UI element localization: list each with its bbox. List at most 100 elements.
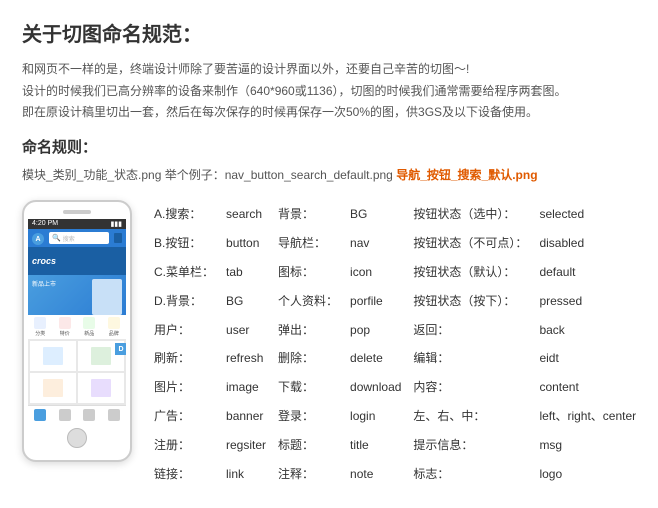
term-label: 编辑：	[407, 344, 533, 373]
cat-icon-3	[83, 317, 95, 329]
term-value: download	[344, 373, 407, 402]
term-label: 按钮状态（不可点）：	[407, 229, 533, 258]
nav-icon	[114, 233, 122, 243]
term-value: default	[533, 258, 642, 287]
bottom-icon-home	[34, 409, 46, 421]
term-value: delete	[344, 344, 407, 373]
term-value: disabled	[533, 229, 642, 258]
phone-nav-bar: A 🔍 搜索	[28, 229, 126, 247]
term-label: 标题：	[272, 431, 344, 460]
term-value: pressed	[533, 287, 642, 316]
term-label: B.按钮：	[148, 229, 220, 258]
search-icon: 🔍	[52, 234, 61, 242]
term-label: D.背景：	[148, 287, 220, 316]
table-row: B.按钮： button 导航栏： nav 按钮状态（不可点）： disable…	[148, 229, 642, 258]
term-label: 按钮状态（默认）：	[407, 258, 533, 287]
phone-product-item	[30, 341, 76, 371]
phone-product-item	[30, 373, 76, 403]
term-label: 个人资料：	[272, 287, 344, 316]
phone-cat-item: 品牌	[108, 317, 120, 337]
term-label: C.菜单栏：	[148, 258, 220, 287]
bottom-icon-cart	[83, 409, 95, 421]
term-label: 内容：	[407, 373, 533, 402]
term-value: button	[220, 229, 272, 258]
page-container: 关于切图命名规范： 和网页不一样的是，终端设计师除了要苦逼的设计界面以外，还要自…	[0, 0, 658, 508]
intro-line-3: 即在原设计稿里切出一套，然后在每次保存的时候再保存一次50%的图，供3GS及以下…	[22, 102, 636, 124]
term-label: 链接：	[148, 460, 220, 489]
table-area: A.搜索： search 背景： BG 按钮状态（选中）： selected B…	[148, 200, 642, 488]
term-value: refresh	[220, 344, 272, 373]
term-label: 左、右、中：	[407, 402, 533, 431]
term-value: left、right、center	[533, 402, 642, 431]
term-value: tab	[220, 258, 272, 287]
term-value: BG	[220, 287, 272, 316]
term-label: 图片：	[148, 373, 220, 402]
term-value: title	[344, 431, 407, 460]
product-img-3	[43, 379, 63, 397]
phone-home-button	[67, 428, 87, 448]
term-label: 下载：	[272, 373, 344, 402]
term-label: 提示信息：	[407, 431, 533, 460]
phone-bottom-nav	[28, 405, 126, 424]
intro-line-2: 设计的时候我们已高分辨率的设备来制作（640*960或1136），切图的时候我们…	[22, 81, 636, 103]
term-label: 标志：	[407, 460, 533, 489]
term-value: regsiter	[220, 431, 272, 460]
phone-nav-search: 🔍 搜索	[49, 232, 109, 244]
phone-label-a: A	[32, 233, 44, 245]
term-label: A.搜索：	[148, 200, 220, 229]
phone-logo-area: crocs	[28, 247, 126, 275]
term-label: 弹出：	[272, 316, 344, 345]
phone-cat-item: 新品	[83, 317, 95, 337]
cat-icon-4	[108, 317, 120, 329]
table-row: 刷新： refresh 删除： delete 编辑： eidt	[148, 344, 642, 373]
term-value: porfile	[344, 287, 407, 316]
term-value: image	[220, 373, 272, 402]
term-value: login	[344, 402, 407, 431]
term-value: logo	[533, 460, 642, 489]
phone-cat-item: 分类	[34, 317, 46, 337]
table-row: D.背景： BG 个人资料： porfile 按钮状态（按下）： pressed	[148, 287, 642, 316]
intro-text: 和网页不一样的是，终端设计师除了要苦逼的设计界面以外，还要自己辛苦的切图～! 设…	[22, 59, 636, 124]
term-label: 图标：	[272, 258, 344, 287]
term-value: pop	[344, 316, 407, 345]
term-value: icon	[344, 258, 407, 287]
term-value: nav	[344, 229, 407, 258]
term-value: selected	[533, 200, 642, 229]
table-row: 用户： user 弹出： pop 返回： back	[148, 316, 642, 345]
table-row: A.搜索： search 背景： BG 按钮状态（选中）： selected	[148, 200, 642, 229]
phone-cat-item: 特价	[59, 317, 71, 337]
term-value: note	[344, 460, 407, 489]
term-label: 按钮状态（选中）：	[407, 200, 533, 229]
phone-category-row: 分类 特价 新品 品牌	[28, 315, 126, 339]
phone-label-d: D	[115, 343, 126, 355]
term-label: 导航栏：	[272, 229, 344, 258]
phone-mockup: 4:20 PM ▮▮▮ A 🔍 搜索 crocs	[22, 200, 132, 462]
table-row: 注册： regsiter 标题： title 提示信息： msg	[148, 431, 642, 460]
table-row: 图片： image 下载： download 内容： content	[148, 373, 642, 402]
term-value: content	[533, 373, 642, 402]
intro-line-1: 和网页不一样的是，终端设计师除了要苦逼的设计界面以外，还要自己辛苦的切图～!	[22, 59, 636, 81]
rule-example-prefix: 模块_类别_功能_状态.png 举个例子：nav_button_search_d…	[22, 168, 396, 182]
bottom-icon-user	[108, 409, 120, 421]
term-label: 返回：	[407, 316, 533, 345]
rule-example: 模块_类别_功能_状态.png 举个例子：nav_button_search_d…	[22, 165, 636, 187]
term-label: 注册：	[148, 431, 220, 460]
cat-icon-1	[34, 317, 46, 329]
page-title: 关于切图命名规范：	[22, 18, 636, 47]
term-label: 删除：	[272, 344, 344, 373]
phone-banner-figure	[92, 279, 122, 315]
term-value: BG	[344, 200, 407, 229]
bottom-icon-cat	[59, 409, 71, 421]
phone-signal: ▮▮▮	[110, 220, 122, 228]
term-label: 广告：	[148, 402, 220, 431]
phone-banner: 新品上市	[28, 275, 126, 315]
term-value: user	[220, 316, 272, 345]
phone-time: 4:20 PM	[32, 220, 58, 228]
phone-product-grid: D	[28, 339, 126, 405]
product-img-1	[43, 347, 63, 365]
term-value: link	[220, 460, 272, 489]
phone-product-item	[78, 373, 124, 403]
table-row: 链接： link 注释： note 标志： logo	[148, 460, 642, 489]
term-label: 用户：	[148, 316, 220, 345]
phone-logo-text: crocs	[32, 256, 56, 266]
